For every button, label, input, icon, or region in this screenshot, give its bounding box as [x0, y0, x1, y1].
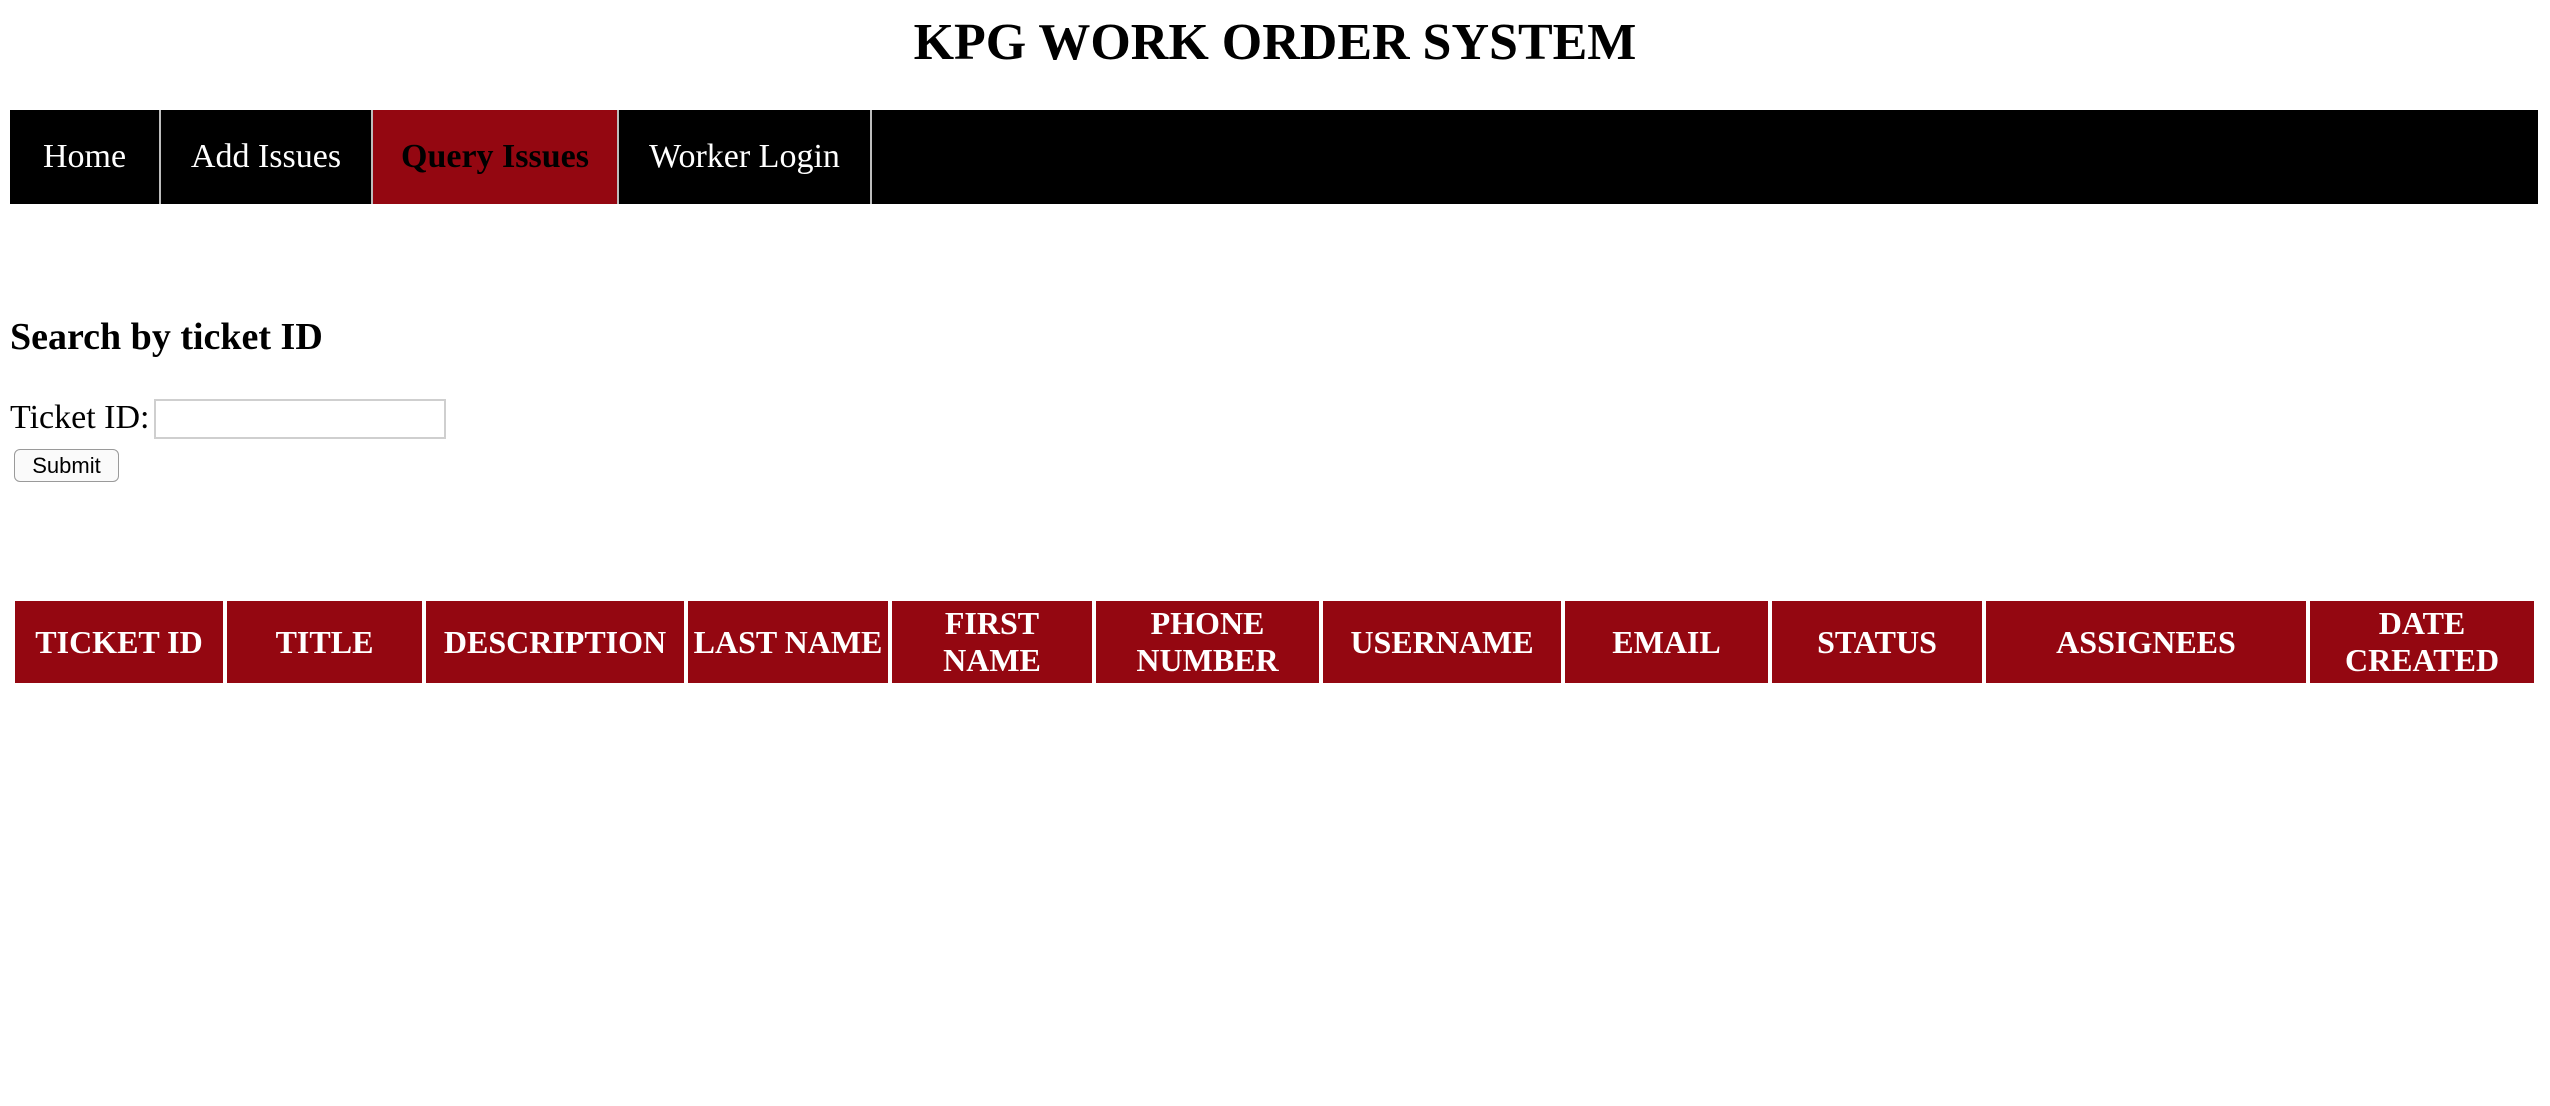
column-header-description: DESCRIPTION [426, 601, 684, 683]
column-header-status: STATUS [1772, 601, 1982, 683]
submit-button[interactable]: Submit [14, 449, 119, 482]
ticket-id-input[interactable] [154, 399, 446, 439]
results-table: TICKET ID TITLE DESCRIPTION LAST NAME FI… [11, 597, 2538, 687]
column-header-date-created: DATE CREATED [2310, 601, 2534, 683]
main-navbar: Home Add Issues Query Issues Worker Logi… [10, 110, 2538, 204]
column-header-phone-number: PHONE NUMBER [1096, 601, 1319, 683]
nav-item-worker-login[interactable]: Worker Login [619, 110, 872, 204]
column-header-last-name: LAST NAME [688, 601, 888, 683]
column-header-username: USERNAME [1323, 601, 1561, 683]
column-header-ticket-id: TICKET ID [15, 601, 223, 683]
column-header-assignees: ASSIGNEES [1986, 601, 2306, 683]
column-header-first-name: FIRST NAME [892, 601, 1092, 683]
nav-item-query-issues[interactable]: Query Issues [373, 110, 619, 204]
table-header-row: TICKET ID TITLE DESCRIPTION LAST NAME FI… [15, 601, 2534, 683]
search-heading: Search by ticket ID [10, 316, 323, 358]
ticket-id-label: Ticket ID: [10, 399, 150, 436]
nav-item-home[interactable]: Home [10, 110, 161, 204]
column-header-title: TITLE [227, 601, 422, 683]
nav-item-add-issues[interactable]: Add Issues [161, 110, 373, 204]
page-title: KPG WORK ORDER SYSTEM [913, 14, 1637, 71]
column-header-email: EMAIL [1565, 601, 1768, 683]
